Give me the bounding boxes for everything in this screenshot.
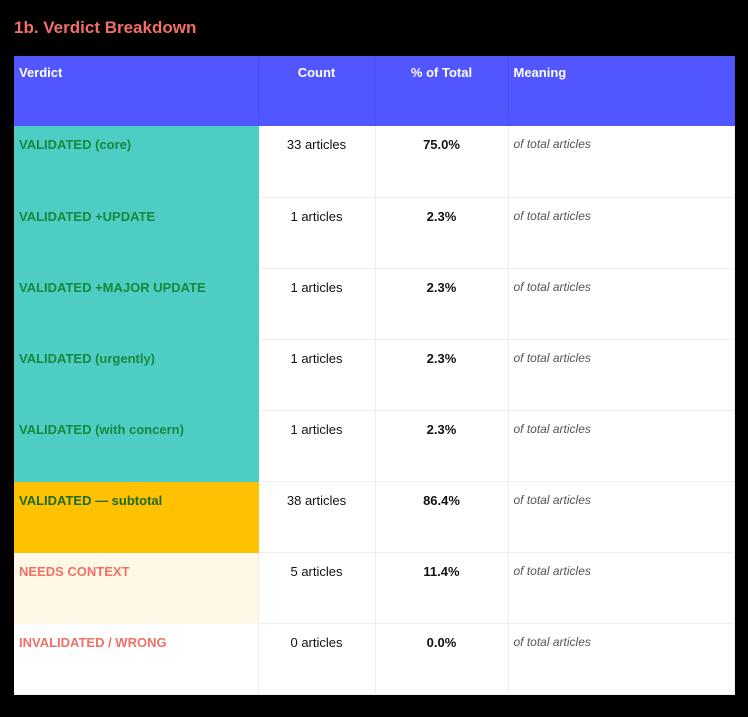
percent-cell: 0.0%	[375, 623, 509, 695]
verdict-cell: VALIDATED (urgently)	[14, 339, 259, 411]
meaning-cell: of total articles	[508, 481, 735, 553]
table-row: INVALIDATED / WRONG 0 articles 0.0% of t…	[14, 623, 735, 695]
percent-cell: 2.3%	[375, 410, 509, 482]
table-row: NEEDS CONTEXT 5 articles 11.4% of total …	[14, 552, 735, 624]
verdict-cell: VALIDATED (with concern)	[14, 410, 259, 482]
table-row: VALIDATED (with concern) 1 articles 2.3%…	[14, 410, 735, 482]
header-percent: % of Total	[375, 56, 509, 126]
table-row-subtotal: VALIDATED — subtotal 38 articles 86.4% o…	[14, 481, 735, 553]
count-cell: 1 articles	[258, 339, 376, 411]
verdict-breakdown-table: Verdict Count % of Total Meaning VALIDAT…	[14, 56, 735, 695]
meaning-cell: of total articles	[508, 268, 735, 340]
meaning-cell: of total articles	[508, 197, 735, 269]
table-row: VALIDATED +MAJOR UPDATE 1 articles 2.3% …	[14, 268, 735, 340]
count-cell: 38 articles	[258, 481, 376, 553]
table-row: VALIDATED +UPDATE 1 articles 2.3% of tot…	[14, 197, 735, 269]
table-header-row: Verdict Count % of Total Meaning	[14, 56, 735, 126]
count-cell: 1 articles	[258, 197, 376, 269]
percent-cell: 2.3%	[375, 197, 509, 269]
meaning-cell: of total articles	[508, 126, 735, 198]
meaning-cell: of total articles	[508, 623, 735, 695]
meaning-cell: of total articles	[508, 552, 735, 624]
verdict-cell: VALIDATED +MAJOR UPDATE	[14, 268, 259, 340]
table-row: VALIDATED (core) 33 articles 75.0% of to…	[14, 126, 735, 198]
count-cell: 0 articles	[258, 623, 376, 695]
percent-cell: 2.3%	[375, 268, 509, 340]
verdict-cell: VALIDATED (core)	[14, 126, 259, 198]
meaning-cell: of total articles	[508, 339, 735, 411]
percent-cell: 86.4%	[375, 481, 509, 553]
percent-cell: 11.4%	[375, 552, 509, 624]
verdict-cell: INVALIDATED / WRONG	[14, 623, 259, 695]
verdict-cell: VALIDATED +UPDATE	[14, 197, 259, 269]
header-count: Count	[258, 56, 376, 126]
page: 1b. Verdict Breakdown Verdict Count % of…	[0, 0, 748, 717]
percent-cell: 75.0%	[375, 126, 509, 198]
percent-cell: 2.3%	[375, 339, 509, 411]
section-title: 1b. Verdict Breakdown	[14, 18, 197, 37]
count-cell: 1 articles	[258, 410, 376, 482]
count-cell: 5 articles	[258, 552, 376, 624]
count-cell: 33 articles	[258, 126, 376, 198]
meaning-cell: of total articles	[508, 410, 735, 482]
verdict-cell: VALIDATED — subtotal	[14, 481, 259, 553]
header-meaning: Meaning	[508, 56, 735, 126]
count-cell: 1 articles	[258, 268, 376, 340]
verdict-cell: NEEDS CONTEXT	[14, 552, 259, 624]
header-verdict: Verdict	[14, 56, 259, 126]
table-row: VALIDATED (urgently) 1 articles 2.3% of …	[14, 339, 735, 411]
